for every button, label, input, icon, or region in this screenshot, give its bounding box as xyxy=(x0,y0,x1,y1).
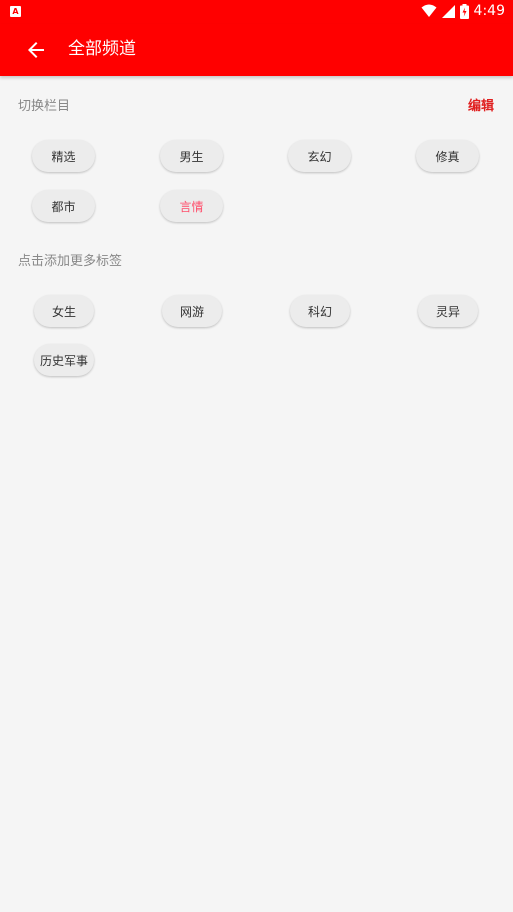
app-bar: 全部频道 xyxy=(0,24,513,76)
more-channel-chip[interactable]: 网游 xyxy=(162,295,222,327)
channel-chip[interactable]: 男生 xyxy=(160,140,223,172)
add-section-label: 点击添加更多标签 xyxy=(18,254,123,269)
channel-chip-selected[interactable]: 言情 xyxy=(160,190,223,222)
more-channel-chip[interactable]: 女生 xyxy=(34,295,94,327)
switch-section-label: 切换栏目 xyxy=(18,99,71,114)
status-time: 4:49 xyxy=(473,3,505,19)
back-button[interactable] xyxy=(24,38,48,62)
channel-chip[interactable]: 修真 xyxy=(416,140,479,172)
edit-button[interactable]: 编辑 xyxy=(468,95,494,114)
back-arrow-icon xyxy=(28,42,44,58)
channel-chip[interactable]: 都市 xyxy=(32,190,95,222)
wifi-icon xyxy=(421,4,437,17)
signal-icon xyxy=(441,4,455,18)
page-title: 全部频道 xyxy=(68,39,136,59)
channel-chip[interactable]: 精选 xyxy=(32,140,95,172)
channel-chip[interactable]: 玄幻 xyxy=(288,140,351,172)
more-channel-chip[interactable]: 灵异 xyxy=(418,295,478,327)
notification-a-icon: A xyxy=(10,6,21,17)
more-channel-chip[interactable]: 科幻 xyxy=(290,295,350,327)
battery-icon xyxy=(459,3,469,19)
status-bar: A 4:49 xyxy=(0,0,513,24)
more-channel-chip[interactable]: 历史军事 xyxy=(34,344,94,376)
